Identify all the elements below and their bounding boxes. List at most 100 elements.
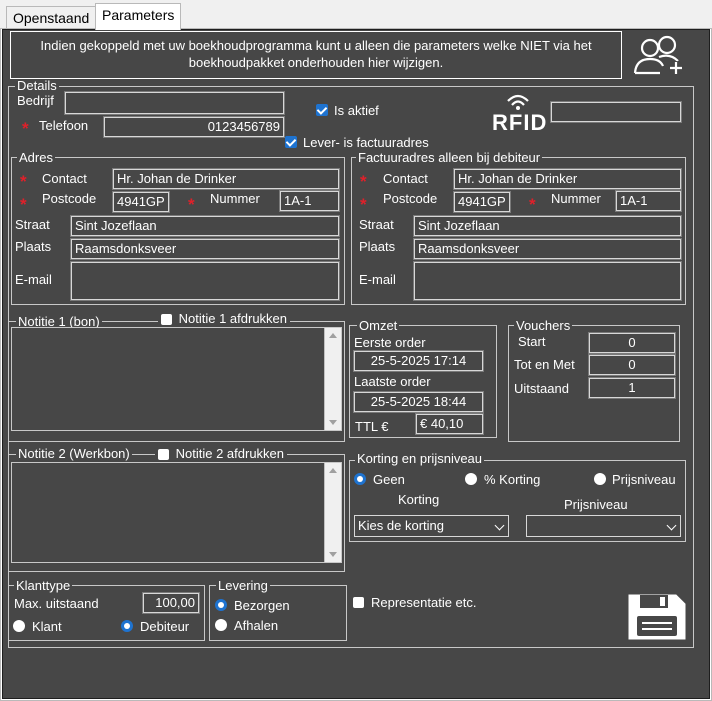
- required-star: *: [22, 119, 29, 138]
- klant-radio[interactable]: [13, 620, 25, 632]
- adres-title: Adres: [17, 150, 55, 165]
- notitie2-print-label: Notitie 2 afdrukken: [175, 446, 285, 461]
- scroll-up-icon[interactable]: [329, 468, 337, 473]
- bezorgen-label: Bezorgen: [234, 598, 290, 613]
- rfid-input[interactable]: [550, 101, 682, 123]
- factuur-email-input[interactable]: [413, 261, 682, 301]
- adres-nummer-label: Nummer: [210, 191, 260, 206]
- required-star: *: [360, 172, 367, 191]
- korting-prijsniveau-radio[interactable]: [594, 473, 606, 485]
- notitie2-textarea[interactable]: [11, 462, 342, 563]
- telefoon-input[interactable]: 0123456789: [103, 116, 285, 138]
- ttl-value: € 40,10: [415, 413, 484, 435]
- korting-select[interactable]: Kies de korting: [354, 515, 509, 537]
- klanttype-title: Klanttype: [14, 578, 73, 593]
- notitie2-scrollbar[interactable]: [324, 463, 341, 562]
- prijsniveau-select[interactable]: [526, 515, 681, 537]
- lever-factuuradres-label: Lever- is factuuradres: [303, 135, 429, 150]
- ttl-label: TTL €: [355, 419, 389, 434]
- afhalen-label: Afhalen: [234, 618, 279, 633]
- representatie-label: Representatie etc.: [371, 595, 477, 610]
- korting-prijsniveau-label: Prijsniveau: [612, 472, 676, 487]
- factuur-nummer-label: Nummer: [551, 191, 601, 206]
- korting-percent-label: % Korting: [484, 472, 541, 487]
- korting-geen-label: Geen: [373, 472, 405, 487]
- korting-percent-radio[interactable]: [465, 473, 477, 485]
- omzet-title: Omzet: [357, 318, 400, 333]
- laatste-order-value: 25-5-2025 18:44: [353, 391, 484, 413]
- required-star: *: [360, 195, 367, 214]
- telefoon-label: Telefoon: [39, 118, 89, 133]
- required-star: *: [20, 172, 27, 191]
- notitie1-print-label: Notitie 1 afdrukken: [178, 311, 288, 326]
- debiteur-label: Debiteur: [140, 619, 190, 634]
- notitie1-scrollbar[interactable]: [324, 328, 341, 430]
- factuur-postcode-input[interactable]: 4941GP: [453, 191, 511, 213]
- adres-straat-input[interactable]: Sint Jozeflaan: [70, 215, 340, 237]
- adres-email-input[interactable]: [70, 261, 340, 301]
- notitie2-title: Notitie 2 (Werkbon): [16, 446, 132, 461]
- factuur-straat-input[interactable]: Sint Jozeflaan: [413, 215, 682, 237]
- adres-plaats-input[interactable]: Raamsdonksveer: [70, 238, 340, 260]
- info-line-2: boekhoudpakket onderhouden hier wijzigen…: [188, 55, 444, 70]
- factuur-postcode-label: Postcode: [383, 191, 438, 206]
- notitie1-textarea[interactable]: [11, 327, 342, 431]
- afhalen-radio[interactable]: [215, 619, 227, 631]
- bedrijf-label: Bedrijf: [17, 93, 54, 108]
- korting-select-value: Kies de korting: [358, 518, 444, 533]
- notitie2-print-wrap: Notitie 2 afdrukken: [155, 446, 288, 461]
- chevron-down-icon: [666, 520, 677, 531]
- voucher-totenmet-input[interactable]: 0: [588, 354, 676, 376]
- adres-postcode-label: Postcode: [42, 191, 97, 206]
- prijsniveau-caption: Prijsniveau: [564, 497, 628, 512]
- bedrijf-input[interactable]: [64, 91, 285, 115]
- tab-openstaand[interactable]: Openstaand: [6, 6, 97, 29]
- representatie-checkbox[interactable]: [353, 597, 364, 608]
- details-title: Details: [15, 78, 59, 93]
- voucher-uitstaand-label: Uitstaand: [514, 381, 569, 396]
- scroll-up-icon[interactable]: [329, 333, 337, 338]
- factuur-contact-input[interactable]: Hr. Johan de Drinker: [453, 168, 682, 190]
- adres-contact-input[interactable]: Hr. Johan de Drinker: [112, 168, 340, 190]
- eerste-order-label: Eerste order: [354, 335, 426, 350]
- vouchers-title: Vouchers: [514, 318, 573, 333]
- info-line-1: Indien gekoppeld met uw boekhoudprogramm…: [40, 38, 592, 53]
- scroll-down-icon[interactable]: [329, 552, 337, 557]
- bezorgen-radio[interactable]: [215, 599, 227, 611]
- voucher-start-input[interactable]: 0: [588, 332, 676, 354]
- adres-postcode-input[interactable]: 4941GP: [112, 191, 170, 213]
- voucher-totenmet-label: Tot en Met: [514, 357, 575, 372]
- factuur-nummer-input[interactable]: 1A-1: [615, 190, 682, 212]
- voucher-start-label: Start: [518, 334, 546, 349]
- lever-factuuradres-checkbox[interactable]: [285, 136, 297, 148]
- factuur-plaats-input[interactable]: Raamsdonksveer: [413, 238, 682, 260]
- levering-title: Levering: [216, 578, 270, 593]
- factuur-plaats-label: Plaats: [359, 239, 396, 254]
- notitie2-print-checkbox[interactable]: [158, 449, 169, 460]
- max-uitstaand-label: Max. uitstaand: [14, 596, 99, 611]
- debiteur-radio[interactable]: [121, 620, 133, 632]
- required-star: *: [529, 195, 536, 214]
- scroll-down-icon[interactable]: [329, 420, 337, 425]
- floppy-disk-icon[interactable]: [626, 592, 688, 642]
- chevron-down-icon: [494, 520, 505, 531]
- max-uitstaand-input[interactable]: 100,00: [142, 592, 200, 614]
- laatste-order-label: Laatste order: [354, 374, 431, 389]
- rfid-icon: RFID: [486, 87, 546, 137]
- adres-plaats-label: Plaats: [15, 239, 52, 254]
- voucher-uitstaand-input[interactable]: 1: [588, 377, 676, 399]
- adres-nummer-input[interactable]: 1A-1: [279, 190, 340, 212]
- tab-parameters[interactable]: Parameters: [95, 3, 182, 30]
- adres-email-label: E-mail: [15, 272, 52, 287]
- eerste-order-value: 25-5-2025 17:14: [353, 350, 484, 372]
- is-aktief-checkbox[interactable]: [316, 104, 328, 116]
- korting-caption: Korting: [398, 492, 440, 507]
- factuur-straat-label: Straat: [359, 217, 394, 232]
- required-star: *: [20, 195, 27, 214]
- notitie1-print-checkbox[interactable]: [161, 314, 172, 325]
- korting-geen-radio[interactable]: [354, 473, 366, 485]
- factuur-email-label: E-mail: [359, 272, 396, 287]
- info-message: Indien gekoppeld met uw boekhoudprogramm…: [10, 31, 622, 79]
- required-star: *: [188, 195, 195, 214]
- add-user-icon[interactable]: [630, 31, 690, 81]
